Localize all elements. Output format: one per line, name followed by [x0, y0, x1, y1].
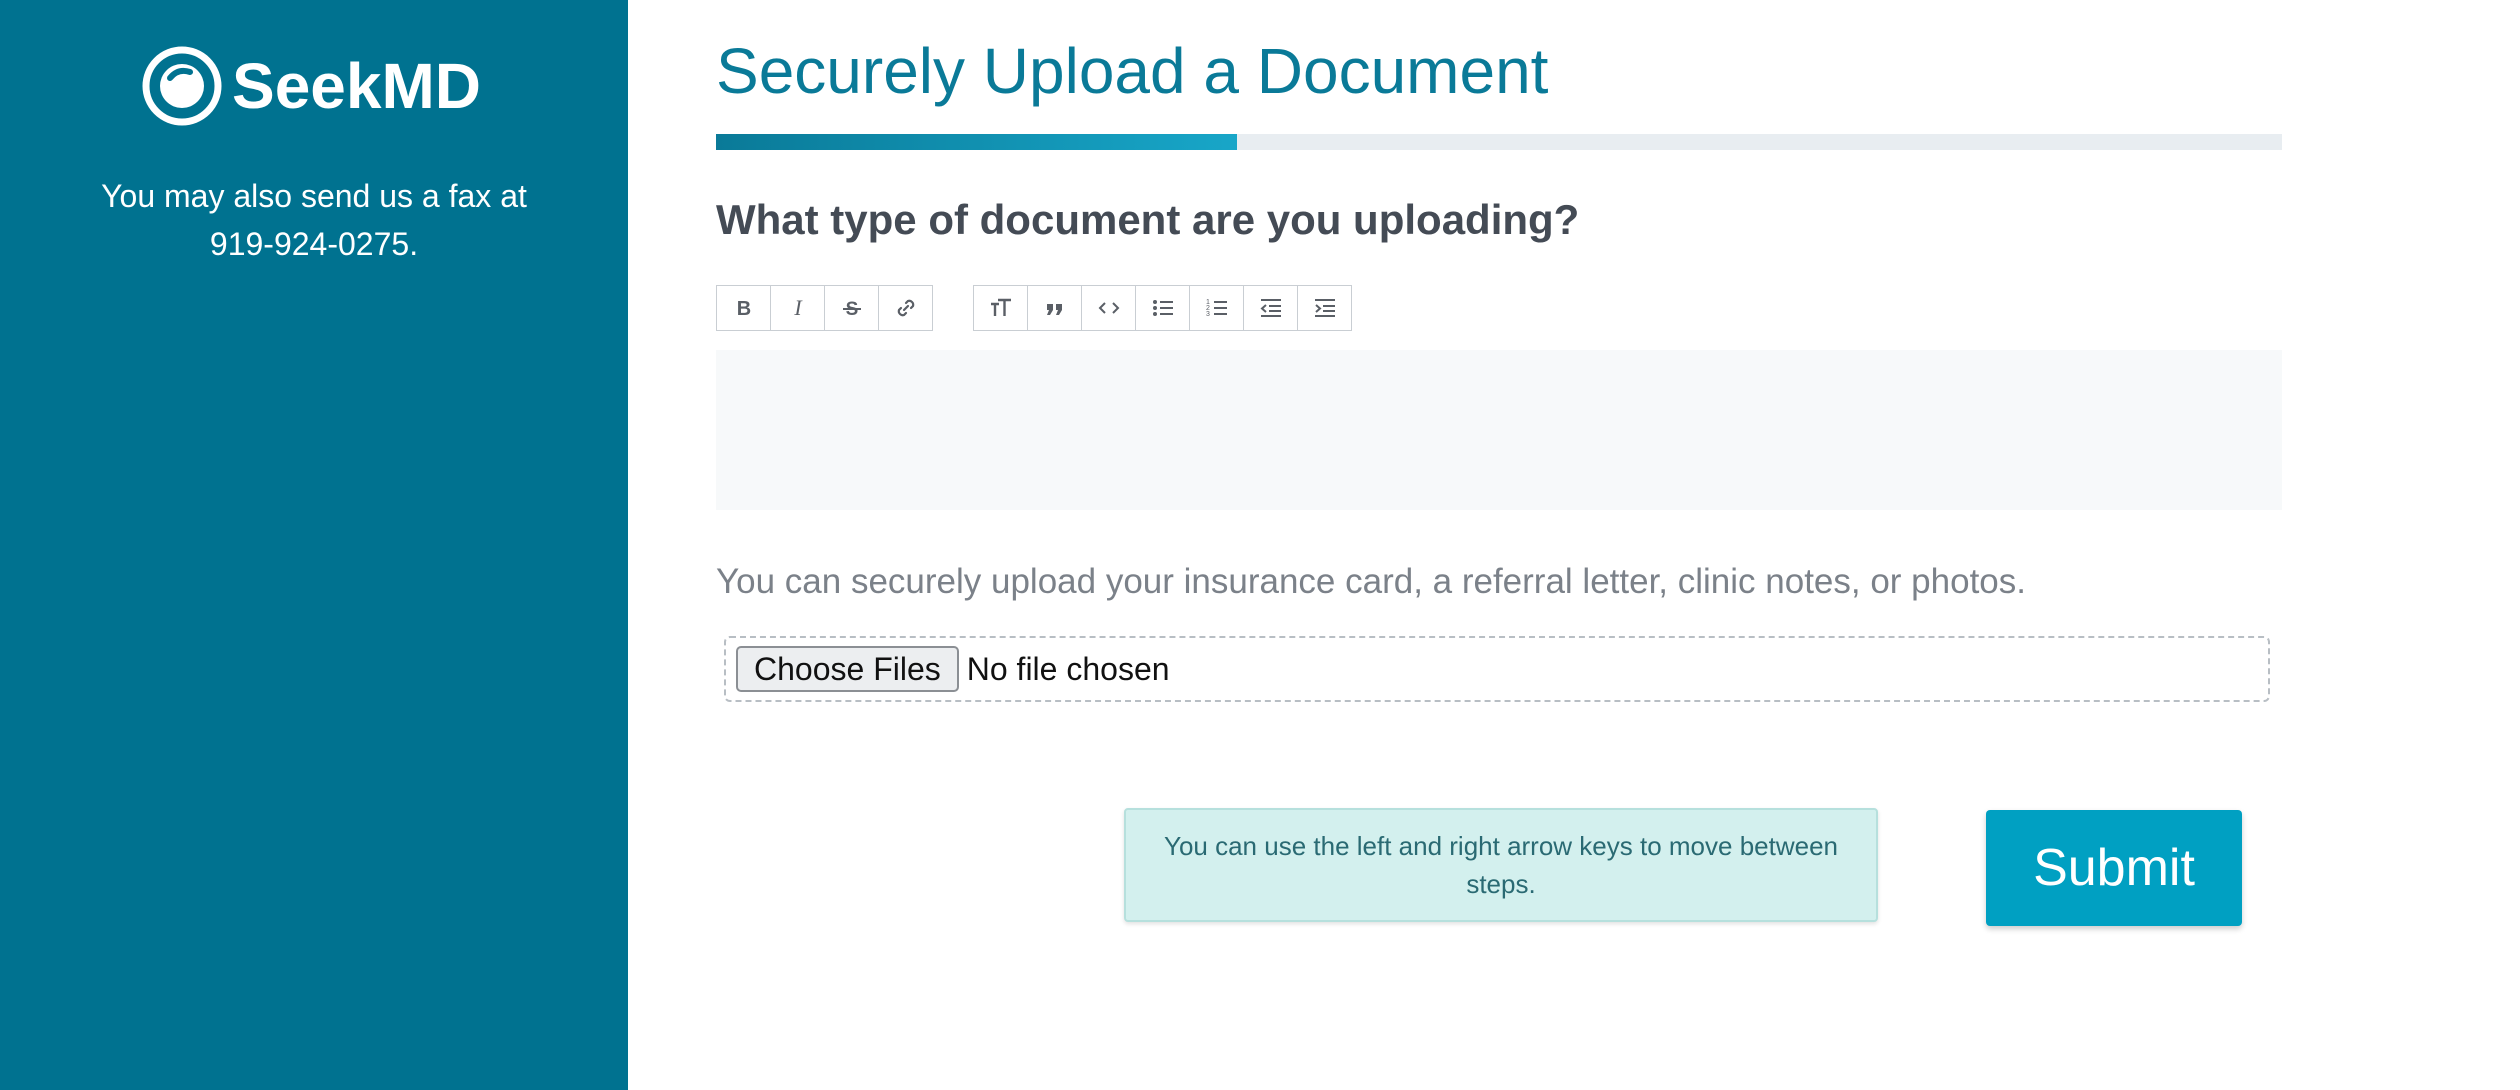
page-title: Securely Upload a Document — [716, 35, 1549, 107]
italic-button[interactable]: I — [771, 286, 825, 330]
logo-text: SeekMD — [232, 50, 481, 122]
sidebar: SeekMD You may also send us a fax at 919… — [0, 0, 628, 1090]
svg-text:I: I — [793, 295, 803, 320]
strikethrough-button[interactable]: S — [825, 286, 879, 330]
file-status: No file chosen — [966, 650, 1170, 687]
upload-hint: You can securely upload your insurance c… — [716, 562, 2026, 601]
choose-files-button[interactable]: Choose Files — [736, 646, 959, 692]
fax-number: 919-924-0275. — [209, 226, 419, 262]
block-group: 123 — [973, 285, 1352, 331]
fax-note: You may also send us a fax at 919-924-02… — [0, 172, 628, 268]
link-icon — [897, 299, 914, 317]
link-button[interactable] — [879, 286, 932, 330]
formatting-group: B I S — [716, 285, 933, 331]
svg-text:3: 3 — [1206, 311, 1210, 318]
progress-bar — [716, 134, 2282, 150]
document-type-editor[interactable] — [716, 350, 2282, 510]
code-button[interactable] — [1082, 286, 1136, 330]
heading-button[interactable] — [974, 286, 1028, 330]
decrease-indent-button[interactable] — [1244, 286, 1298, 330]
bold-icon: B — [736, 298, 750, 320]
progress-fill — [716, 134, 1238, 150]
decrease-indent-icon — [1259, 299, 1281, 317]
submit-button[interactable]: Submit — [1986, 810, 2242, 926]
italic-icon: I — [793, 295, 803, 320]
bold-button[interactable]: B — [717, 286, 771, 330]
code-icon — [1098, 302, 1119, 314]
bullet-list-icon — [1152, 300, 1173, 316]
svg-text:B: B — [736, 298, 750, 320]
arrow-keys-hint: You can use the left and right arrow key… — [1124, 808, 1878, 922]
heading-icon — [990, 298, 1011, 316]
quote-icon — [1046, 304, 1062, 315]
increase-indent-button[interactable] — [1298, 286, 1351, 330]
numbered-list-button[interactable]: 123 — [1190, 286, 1244, 330]
quote-button[interactable] — [1028, 286, 1082, 330]
increase-indent-icon — [1314, 299, 1335, 317]
bullet-list-button[interactable] — [1136, 286, 1190, 330]
fax-note-line1: You may also send us a fax at — [101, 178, 527, 214]
editor-toolbar: B I S 123 — [716, 285, 1352, 331]
question-label: What type of document are you uploading? — [716, 196, 1580, 243]
strikethrough-icon: S — [842, 299, 861, 320]
eye-logo-icon — [140, 44, 224, 128]
numbered-list-icon: 123 — [1206, 299, 1227, 318]
seekmd-logo[interactable]: SeekMD — [140, 44, 481, 128]
file-dropzone[interactable]: Choose Files No file chosen — [724, 636, 2270, 702]
